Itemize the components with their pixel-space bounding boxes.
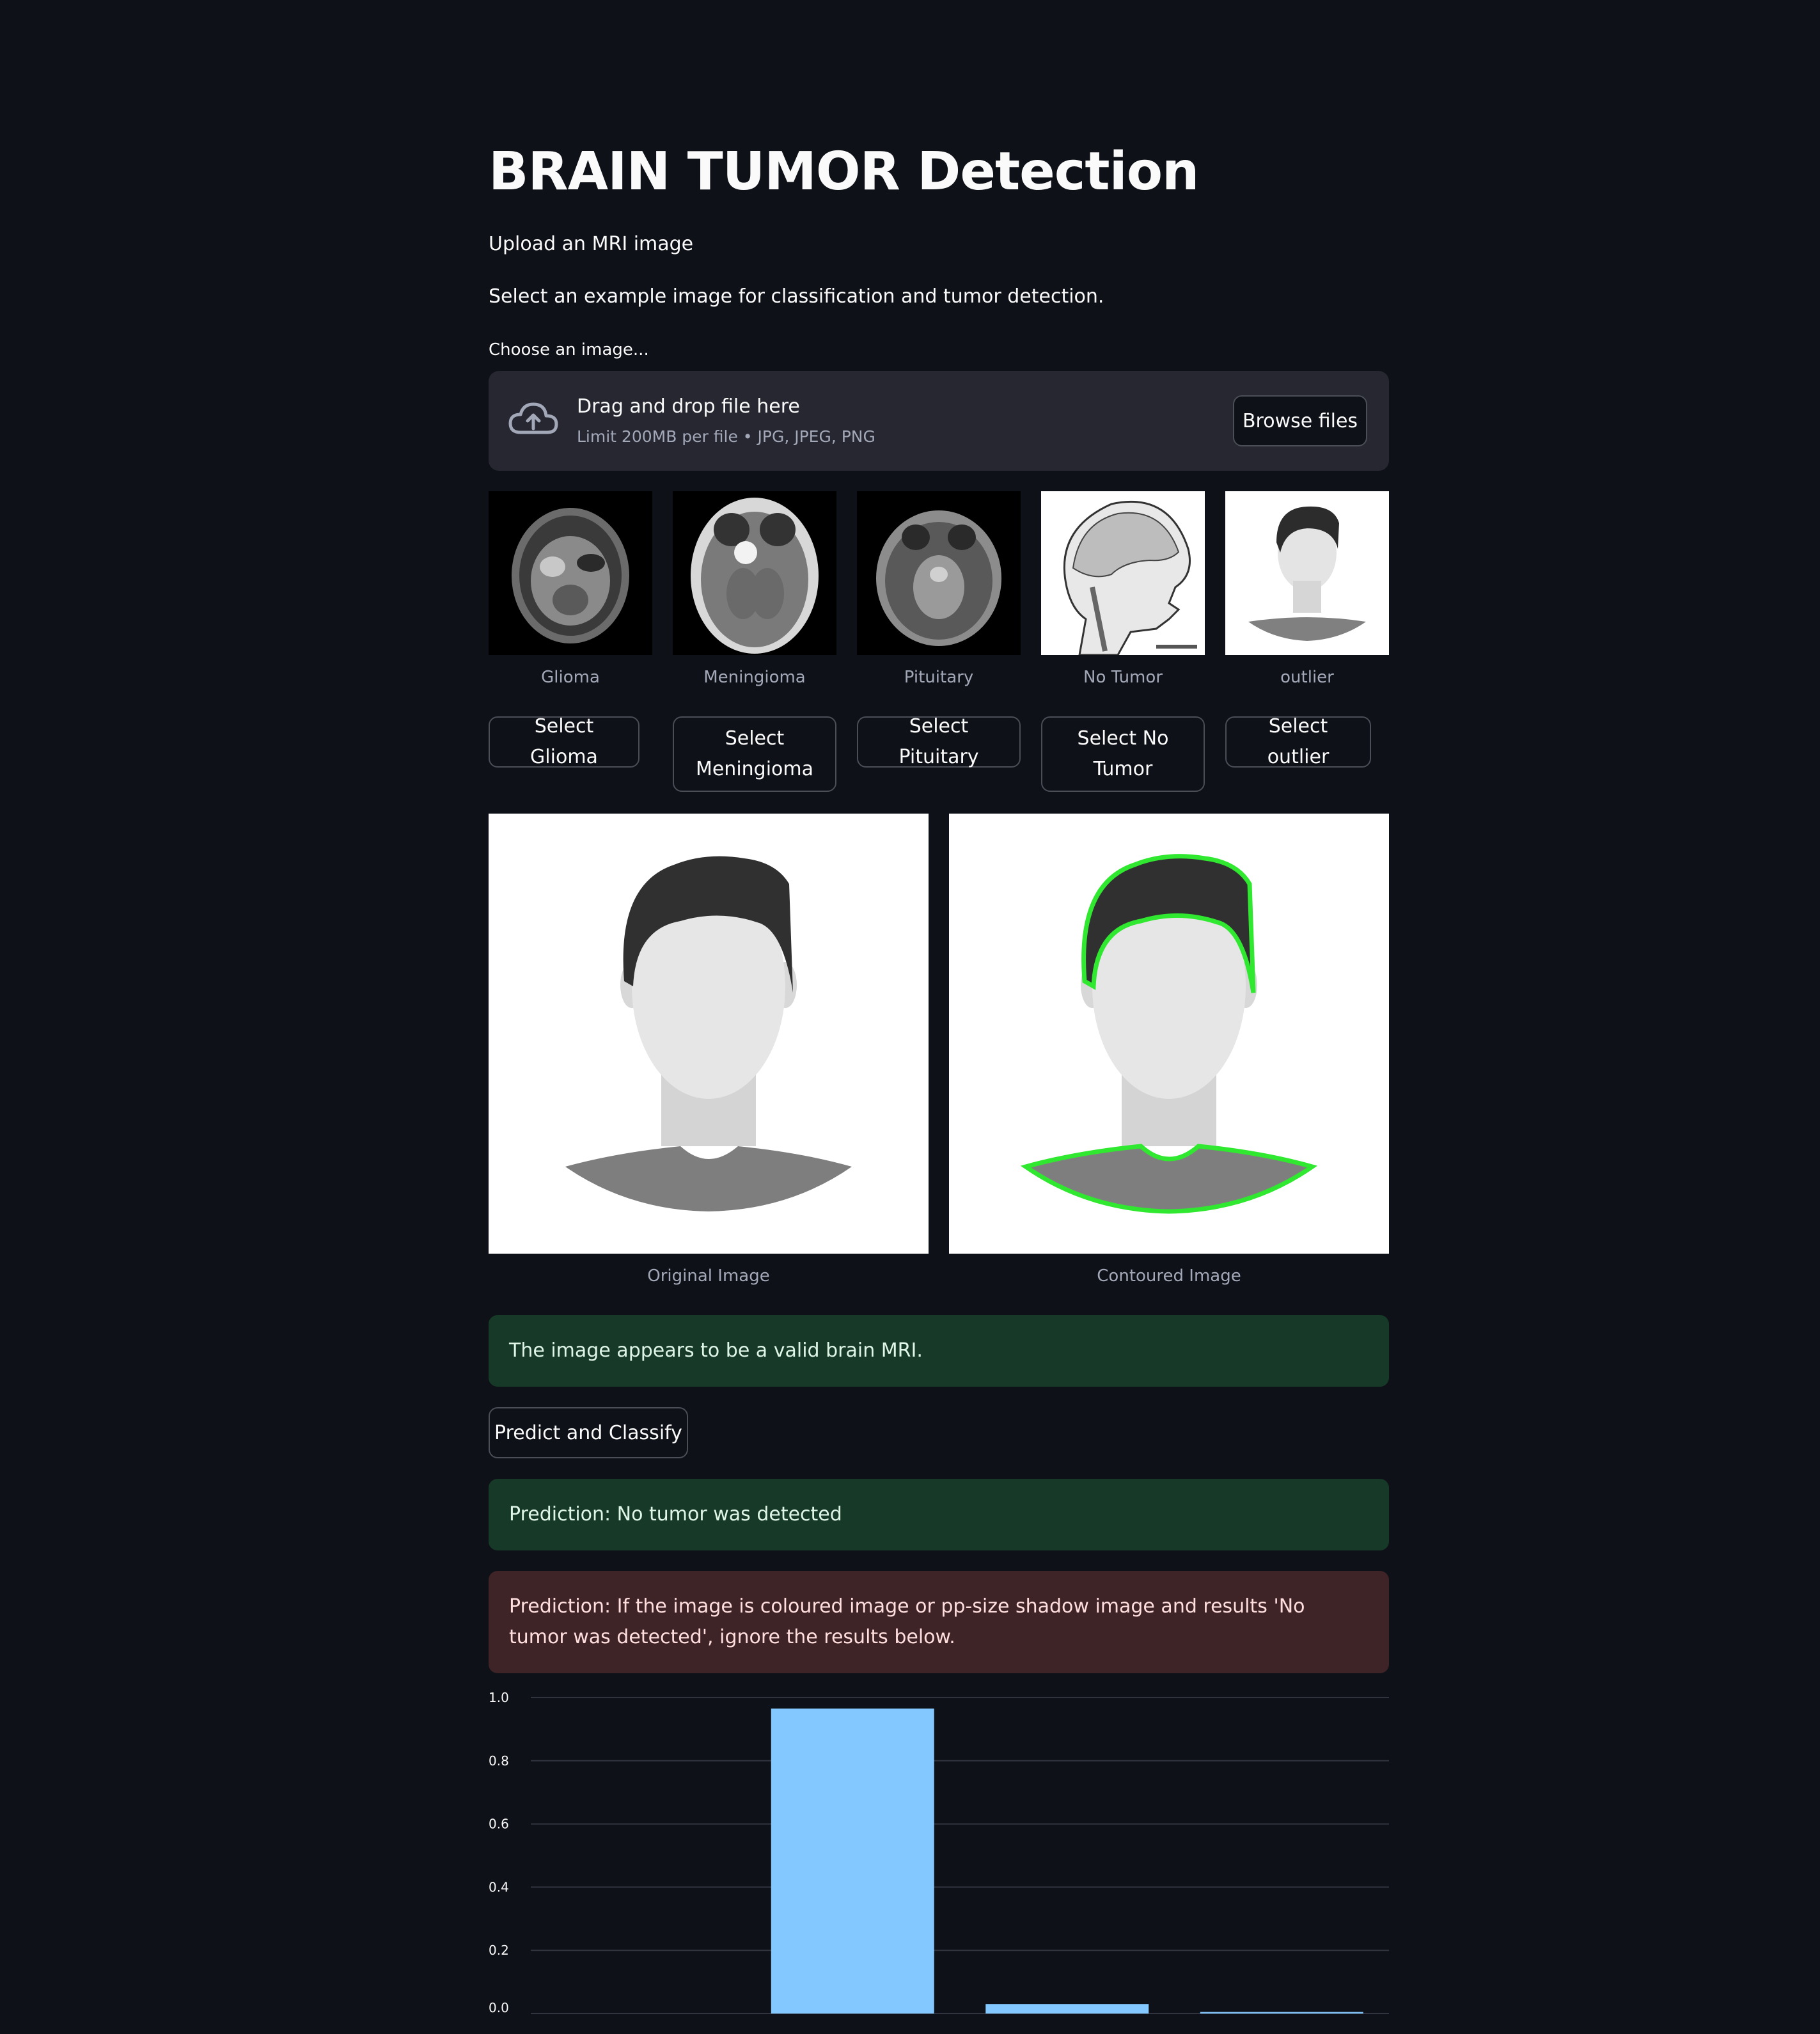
select-outlier-button[interactable]: Select outlier [1225,715,1371,768]
original-image [489,814,929,1254]
chart-bar[interactable] [985,2004,1149,2014]
cloud-upload-icon [508,402,558,434]
select-pituitary-button[interactable]: Select Pituitary [857,715,1021,768]
select-glioma-button[interactable]: Select Glioma [489,715,639,768]
dropzone-title: Drag and drop file here [577,395,800,418]
original-image-caption: Original Image [647,1266,770,1286]
prediction-bar-chart: 0.0 0.2 0.4 0.6 0.8 1.0 [489,1690,1389,2015]
chart-bar[interactable] [1200,2012,1363,2014]
page-title: BRAIN TUMOR Detection [489,141,1199,202]
upload-instruction: Upload an MRI image [489,233,694,255]
glioma-caption: Glioma [541,668,600,687]
select-no-tumor-button[interactable]: Select No Tumor [1041,716,1205,792]
contoured-image [949,814,1389,1254]
y-tick-label: 0.0 [489,2000,509,2015]
meningioma-caption: Meningioma [703,668,806,687]
pituitary-caption: Pituitary [904,668,974,687]
outlier-thumbnail [1225,491,1389,655]
select-instruction: Select an example image for classificati… [489,285,1104,308]
uploader-label: Choose an image... [489,340,649,359]
pituitary-thumbnail [857,491,1021,655]
warning-alert: Prediction: If the image is coloured ima… [489,1571,1389,1673]
contoured-image-caption: Contoured Image [1097,1266,1241,1286]
no-tumor-thumbnail [1041,491,1205,655]
file-dropzone[interactable]: Drag and drop file here Limit 200MB per … [489,371,1389,471]
y-tick-label: 1.0 [489,1690,509,1705]
y-tick-label: 0.8 [489,1753,509,1769]
predict-classify-button[interactable]: Predict and Classify [489,1407,688,1458]
y-tick-label: 0.4 [489,1879,509,1895]
y-tick-label: 0.2 [489,1943,509,1958]
glioma-thumbnail [489,491,652,655]
valid-mri-alert: The image appears to be a valid brain MR… [489,1315,1389,1387]
dropzone-limit: Limit 200MB per file • JPG, JPEG, PNG [577,427,875,446]
chart-bar[interactable] [771,1708,934,2014]
meningioma-thumbnail [673,491,836,655]
y-tick-label: 0.6 [489,1817,509,1832]
prediction-alert: Prediction: No tumor was detected [489,1479,1389,1550]
no-tumor-caption: No Tumor [1083,668,1163,687]
outlier-caption: outlier [1280,668,1334,687]
select-meningioma-button[interactable]: Select Meningioma [673,716,836,792]
browse-files-button[interactable]: Browse files [1233,395,1367,446]
